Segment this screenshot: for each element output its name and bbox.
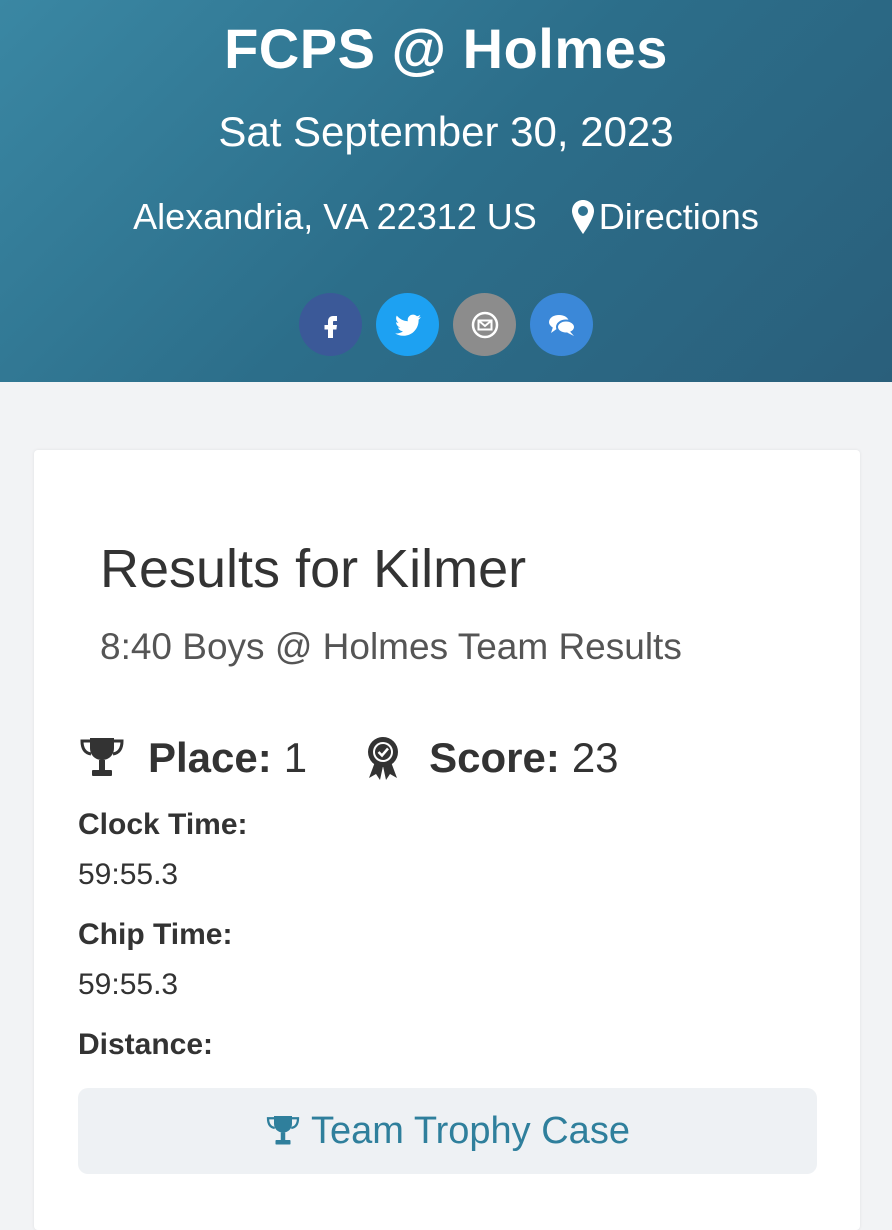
event-title: FCPS @ Holmes [224,17,668,80]
email-icon [471,311,498,338]
chip-time-block: Chip Time: 59:55.3 [78,918,232,1002]
event-location: Alexandria, VA 22312 US [133,196,537,237]
clock-time-label: Clock Time: [78,808,248,841]
result-subtitle: 8:40 Boys @ Holmes Team Results [100,626,682,667]
result-title: Results for Kilmer [100,539,527,599]
score-label: Score: [429,734,560,781]
score-value: 23 [571,734,619,781]
facebook-share-button[interactable] [299,293,362,356]
score-stat: Score: 23 [359,734,619,782]
event-date: Sat September 30, 2023 [218,108,674,155]
comment-share-button[interactable] [530,293,593,356]
distance-label: Distance: [78,1028,214,1061]
facebook-icon [324,315,337,338]
place-label: Place: [148,734,272,781]
directions-label: Directions [598,196,759,237]
clock-time-value: 59:55.3 [78,858,179,891]
share-buttons [0,293,892,356]
chip-time-label: Chip Time: [78,918,233,951]
comment-icon [548,314,576,336]
place-value: 1 [283,734,308,781]
event-header: FCPS @ Holmes Sat September 30, 2023 Ale… [0,0,892,382]
chip-time-value: 59:55.3 [78,968,179,1001]
trophy-button-label: Team Trophy Case [311,1109,630,1152]
email-share-button[interactable] [453,293,516,356]
award-ribbon-icon [368,737,399,780]
distance-block: Distance: [78,1028,213,1062]
clock-time-block: Clock Time: 59:55.3 [78,808,248,892]
directions-link[interactable]: Directions [571,196,759,238]
twitter-icon [394,314,421,336]
team-result-card: Results for Kilmer 8:40 Boys @ Holmes Te… [34,450,860,1230]
place-score-row: Place: 1 Score: 23 [78,734,619,782]
twitter-share-button[interactable] [376,293,439,356]
team-trophy-case-button[interactable]: Team Trophy Case [78,1088,817,1174]
trophy-icon [80,738,124,776]
place-stat: Place: 1 [78,734,307,782]
location-row: Alexandria, VA 22312 US Directions [0,196,892,238]
trophy-icon [266,1116,300,1145]
map-pin-icon [571,200,594,234]
